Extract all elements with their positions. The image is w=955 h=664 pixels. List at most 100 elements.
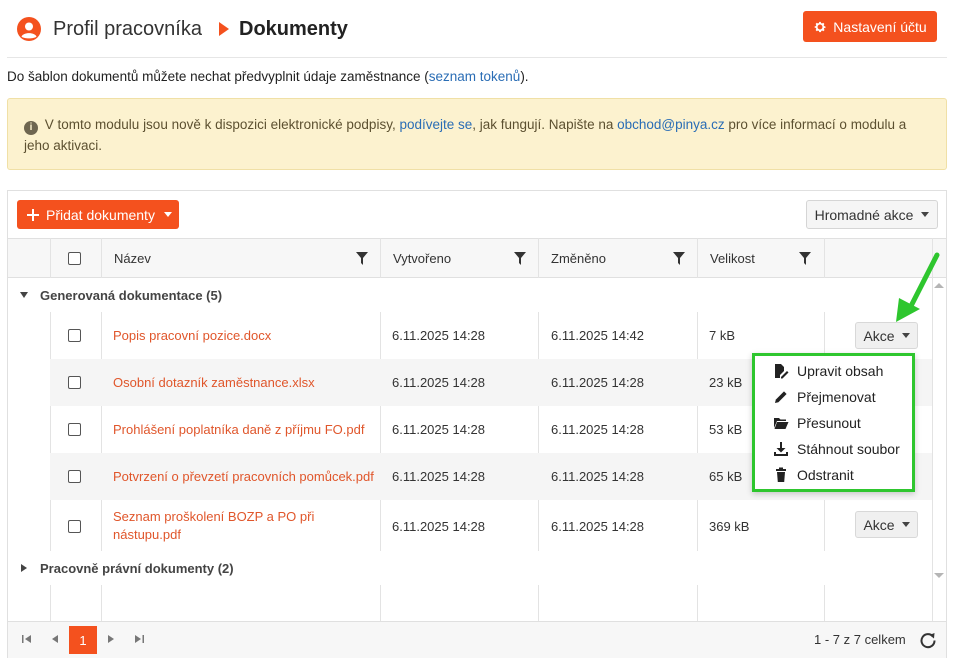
alert-text-2: , jak fungují. Napište na — [472, 117, 618, 132]
breadcrumb-parent[interactable]: Profil pracovníka — [53, 18, 202, 41]
menu-item-download[interactable]: Stáhnout soubor — [773, 439, 900, 459]
row-name-cell: Osobní dotazník zaměstnance.xlsx — [113, 359, 315, 406]
row-size: 65 kB — [709, 469, 743, 484]
alert-text-1: V tomto modulu jsou nově k dispozici ele… — [44, 117, 400, 132]
row-select-cell — [68, 312, 81, 359]
add-documents-label: Přidat dokumenty — [46, 206, 155, 223]
document-name-link[interactable]: Prohlášení poplatníka daně z příjmu FO.p… — [113, 421, 364, 439]
pagination-bar: 1 1 - 7 z 7 celkem — [8, 621, 946, 658]
filter-icon[interactable] — [514, 252, 526, 265]
bulk-actions-label: Hromadné akce — [814, 206, 914, 223]
row-name-cell: Popis pracovní pozice.docx — [113, 312, 271, 359]
menu-item-label: Přejmenovat — [797, 389, 876, 405]
group-row-labor-law[interactable]: Pracovně právní dokumenty (2) — [8, 551, 932, 585]
row-select-cell — [68, 359, 81, 406]
row-created: 6.11.2025 14:28 — [392, 375, 486, 390]
row-select-cell — [68, 453, 81, 500]
row-created: 6.11.2025 14:28 — [392, 328, 486, 343]
edit-document-icon — [775, 364, 789, 379]
user-circle-icon — [17, 17, 41, 41]
info-icon: i — [24, 121, 38, 135]
document-name-line-2: nástupu.pdf — [113, 527, 181, 542]
actions-dropdown-menu: Upravit obsah Přejmenovat Přesunout Stáh… — [752, 353, 915, 492]
first-page-icon[interactable] — [21, 633, 33, 645]
document-name-link[interactable]: Popis pracovní pozice.docx — [113, 327, 271, 345]
row-modified: 6.11.2025 14:42 — [551, 328, 645, 343]
folder-open-icon — [774, 418, 789, 429]
row-checkbox[interactable] — [68, 470, 81, 483]
row-size: 369 kB — [709, 518, 750, 534]
filter-icon[interactable] — [673, 252, 685, 265]
row-checkbox[interactable] — [68, 519, 81, 533]
column-header-modified[interactable]: Změněno — [551, 239, 606, 277]
row-created: 6.11.2025 14:28 — [392, 469, 486, 484]
menu-item-rename[interactable]: Přejmenovat — [773, 387, 876, 407]
annotation-arrow-icon — [896, 252, 940, 322]
menu-item-delete[interactable]: Odstranit — [773, 465, 854, 485]
breadcrumb-separator-icon — [219, 22, 229, 36]
row-checkbox[interactable] — [68, 423, 81, 436]
gear-icon — [814, 21, 826, 32]
document-name-link[interactable]: Seznam proškolení BOZP a PO při nástupu.… — [113, 508, 314, 544]
intro-text: Do šablon dokumentů můžete nechat předvy… — [7, 69, 529, 84]
row-name-cell: Potvrzení o převzetí pracovních pomůcek.… — [113, 453, 374, 500]
page-title: Dokumenty — [239, 18, 348, 40]
menu-item-edit-content[interactable]: Upravit obsah — [773, 361, 883, 381]
row-name-cell: Seznam proškolení BOZP a PO při nástupu.… — [113, 500, 314, 552]
info-alert: i V tomto modulu jsou nově k dispozici e… — [7, 98, 947, 170]
column-header-created[interactable]: Vytvořeno — [393, 239, 451, 277]
intro-text-after: ). — [520, 69, 529, 84]
table-row[interactable]: Popis pracovní pozice.docx 6.11.2025 14:… — [50, 312, 932, 359]
row-modified: 6.11.2025 14:28 — [551, 422, 645, 437]
row-actions-label: Akce — [863, 516, 895, 533]
row-name-cell: Prohlášení poplatníka daně z příjmu FO.p… — [113, 406, 364, 453]
next-page-icon[interactable] — [105, 633, 117, 645]
current-page[interactable]: 1 — [69, 626, 97, 654]
email-link[interactable]: obchod@pinya.cz — [617, 117, 725, 132]
account-settings-button[interactable]: Nastavení účtu — [803, 11, 937, 42]
look-link[interactable]: podívejte se — [399, 117, 472, 132]
row-size: 23 kB — [709, 375, 743, 390]
document-name-link[interactable]: Potvrzení o převzetí pracovních pomůcek.… — [113, 468, 374, 486]
row-select-cell — [68, 500, 81, 552]
column-header-size[interactable]: Velikost — [710, 239, 755, 277]
row-checkbox[interactable] — [68, 376, 81, 389]
menu-item-move[interactable]: Přesunout — [773, 413, 861, 433]
row-modified: 6.11.2025 14:28 — [551, 375, 645, 390]
collapse-icon[interactable] — [20, 292, 28, 298]
menu-item-label: Odstranit — [797, 467, 854, 483]
column-header-name[interactable]: Název — [114, 239, 151, 277]
row-size: 7 kB — [709, 328, 736, 343]
document-name-link[interactable]: Osobní dotazník zaměstnance.xlsx — [113, 374, 315, 392]
row-created: 6.11.2025 14:28 — [392, 518, 486, 534]
document-name-line-1: Seznam proškolení BOZP a PO při — [113, 509, 315, 524]
select-all-checkbox[interactable] — [68, 251, 81, 265]
add-documents-button[interactable]: Přidat dokumenty — [17, 200, 179, 229]
group-label: Generovaná dokumentace (5) — [40, 287, 223, 303]
scroll-down-arrow[interactable] — [934, 573, 944, 578]
header-divider — [7, 57, 947, 58]
menu-item-label: Přesunout — [797, 415, 861, 431]
menu-item-label: Upravit obsah — [797, 363, 884, 379]
row-actions-button[interactable]: Akce — [855, 511, 918, 538]
row-checkbox[interactable] — [68, 329, 81, 342]
row-created: 6.11.2025 14:28 — [392, 422, 486, 437]
page-header: Profil pracovníka Dokumenty Nastavení úč… — [0, 0, 955, 56]
filter-icon[interactable] — [799, 252, 811, 265]
previous-page-icon[interactable] — [49, 633, 61, 645]
last-page-icon[interactable] — [133, 633, 145, 645]
refresh-icon[interactable] — [919, 631, 937, 649]
expand-icon[interactable] — [21, 564, 27, 572]
token-list-link[interactable]: seznam tokenů — [429, 69, 521, 84]
menu-item-label: Stáhnout soubor — [797, 441, 900, 457]
chevron-down-icon — [921, 212, 930, 217]
select-all-cell — [68, 239, 81, 277]
group-row-generated[interactable]: Generovaná dokumentace (5) — [8, 278, 932, 312]
table-header: Název Vytvořeno Změněno Velikost — [8, 238, 946, 278]
trash-icon — [776, 467, 786, 482]
plus-icon — [27, 208, 39, 221]
filter-icon[interactable] — [356, 252, 368, 265]
bulk-actions-button[interactable]: Hromadné akce — [806, 200, 938, 229]
pagination-info: 1 - 7 z 7 celkem — [814, 632, 906, 647]
table-row[interactable]: Seznam proškolení BOZP a PO při nástupu.… — [50, 500, 932, 552]
